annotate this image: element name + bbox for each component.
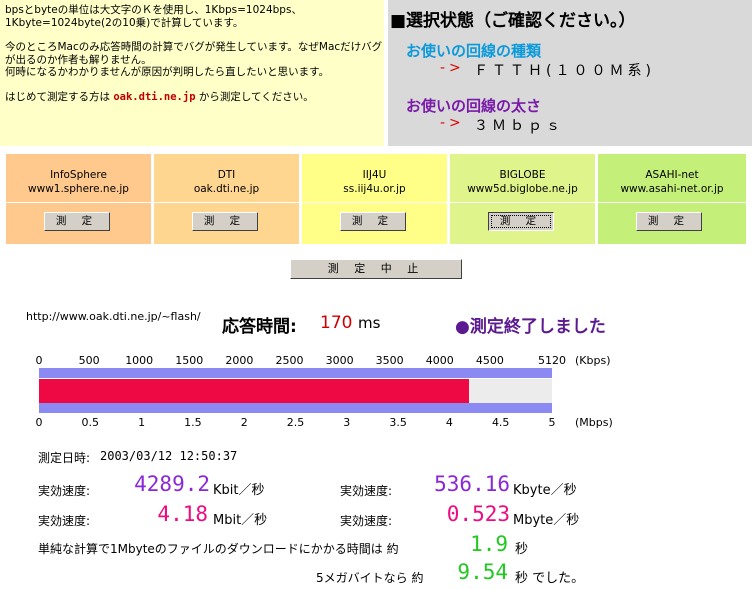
isp-column-biglobe: BIGLOBE www5d.biglobe.ne.jp 測 定 <box>450 154 595 244</box>
selection-panel: ■選択状態（ご確認ください。） お使いの回線の種類 -> ＦＴＴＨ(１００Ｍ系)… <box>388 0 752 146</box>
response-time-unit: ms <box>358 314 381 332</box>
isp-host: www5d.biglobe.ne.jp <box>467 183 578 195</box>
kbps-tick-3: 1500 <box>175 354 204 367</box>
divider <box>302 202 447 203</box>
download-5mb-unit: 秒 でした。 <box>515 571 585 586</box>
line-type-value: ＦＴＴＨ(１００Ｍ系) <box>474 63 655 79</box>
mbps-tick-10: 5 <box>548 416 556 429</box>
divider <box>450 202 595 203</box>
speed-mbyte-unit: Mbyte／秒 <box>513 513 580 528</box>
mbps-tick-1: 0.5 <box>81 416 100 429</box>
speed-kbyte-unit: Kbyte／秒 <box>513 483 577 498</box>
line-type-arrow: -> <box>440 60 465 76</box>
divider <box>154 202 299 203</box>
isp-name: ASAHI-net <box>645 169 699 181</box>
isp-name: DTI <box>217 169 236 181</box>
measure-button-biglobe[interactable]: 測 定 <box>488 212 554 231</box>
mbps-unit: (Mbps) <box>575 416 613 429</box>
isp-column-infosphere: InfoSphere www1.sphere.ne.jp 測 定 <box>6 154 151 244</box>
effective-speed-label: 実効速度: <box>340 484 393 498</box>
download-time-label: 単純な計算で1Mbyteのファイルのダウンロードにかかる時間は 約 <box>38 542 399 556</box>
isp-column-asahi: ASAHI-net www.asahi-net.or.jp 測 定 <box>598 154 746 244</box>
date-label: 測定日時: <box>38 451 91 465</box>
isp-name: BIGLOBE <box>499 169 546 181</box>
kbps-tick-1: 500 <box>78 354 100 367</box>
kbps-tick-10: 5120 <box>538 354 566 367</box>
speed-mbit-value: 4.18 <box>157 502 208 526</box>
server-url: http://www.oak.dti.ne.jp/~flash/ <box>26 310 201 323</box>
kbps-unit: (Kbps) <box>575 354 611 367</box>
kbps-tick-7: 3500 <box>375 354 404 367</box>
selection-title: ■選択状態（ご確認ください。） <box>390 11 636 31</box>
line-speed-arrow: -> <box>440 115 465 131</box>
effective-speed-label: 実効速度: <box>38 514 91 528</box>
divider <box>6 202 151 203</box>
effective-speed-label: 実効速度: <box>38 484 91 498</box>
note-first-pre: はじめて測定する方は <box>5 90 114 103</box>
note-line2: 1Kbyte=1024byte(2の10乗)で計算しています。 <box>5 16 244 29</box>
note-line1: bpsとbyteの単位は大文字のＫを使用し、1Kbps=1024bps、 <box>5 4 302 16</box>
status-message: ●測定終了しました <box>455 317 606 337</box>
date-value: 2003/03/12 12:50:37 <box>100 449 238 463</box>
speed-kbit-unit: Kbit／秒 <box>213 483 265 498</box>
mbps-tick-4: 2 <box>240 416 248 429</box>
mbps-tick-7: 3.5 <box>389 416 407 429</box>
line-speed-label: お使いの回線の太さ <box>406 97 542 115</box>
kbps-tick-9: 4500 <box>475 354 504 367</box>
kbps-tick-6: 3000 <box>325 354 354 367</box>
kbps-tick-2: 1000 <box>125 354 154 367</box>
isp-host: ss.iij4u.or.jp <box>343 183 406 195</box>
line-speed-value: ３Ｍｂｐｓ <box>474 118 564 134</box>
isp-column-dti: DTI oak.dti.ne.jp 測 定 <box>154 154 299 244</box>
kbps-tick-4: 2000 <box>225 354 254 367</box>
response-time-value: 170 <box>320 313 353 333</box>
kbps-tick-0: 0 <box>35 354 43 367</box>
download-time-unit: 秒 <box>515 542 529 557</box>
speed-mbit-unit: Mbit／秒 <box>213 513 268 528</box>
note-first-post: から測定してください。 <box>195 90 314 103</box>
gauge-bottom-rail <box>39 403 552 413</box>
measure-button-iij4u[interactable]: 測 定 <box>340 212 406 231</box>
speed-kbyte-value: 536.16 <box>434 472 510 496</box>
measure-button-asahi[interactable]: 測 定 <box>636 212 702 231</box>
stop-measure-button[interactable]: 測 定 中 止 <box>290 259 462 279</box>
isp-name: IIJ4U <box>362 169 387 181</box>
kbps-tick-8: 4000 <box>425 354 454 367</box>
download-5mb-value: 9.54 <box>457 560 508 584</box>
mbps-tick-0: 0 <box>35 416 43 429</box>
mbps-tick-6: 3 <box>343 416 351 429</box>
note-first-time: はじめて測定する方は oak.dti.ne.jp から測定してください。 <box>5 91 384 104</box>
mbps-tick-5: 2.5 <box>286 416 305 429</box>
isp-name: InfoSphere <box>50 169 107 181</box>
kbps-tick-5: 2500 <box>275 354 304 367</box>
speed-kbit-value: 4289.2 <box>134 472 210 496</box>
effective-speed-label: 実効速度: <box>340 514 393 528</box>
speed-mbyte-value: 0.523 <box>446 502 510 526</box>
isp-host: oak.dti.ne.jp <box>193 183 260 195</box>
info-note: bpsとbyteの単位は大文字のＫを使用し、1Kbps=1024bps、 1Kb… <box>0 0 384 146</box>
download-5mb-label: 5メガバイトなら 約 <box>316 571 424 585</box>
note-domain: oak.dti.ne.jp <box>113 90 196 103</box>
mbps-tick-8: 4 <box>445 416 453 429</box>
divider <box>598 202 746 203</box>
note-bug-paragraph: 今のところMacのみ応答時間の計算でバグが発生しています。なぜMacだけバグが出… <box>5 41 383 78</box>
isp-host: www.asahi-net.or.jp <box>620 183 724 195</box>
gauge-fill <box>39 379 469 403</box>
mbps-tick-2: 1 <box>138 416 146 429</box>
mbps-tick-3: 1.5 <box>184 416 202 429</box>
isp-column-iij4u: IIJ4U ss.iij4u.or.jp 測 定 <box>302 154 447 244</box>
line-type-label: お使いの回線の種類 <box>406 42 542 60</box>
isp-host: www1.sphere.ne.jp <box>28 183 129 195</box>
response-time-label: 応答時間: <box>222 317 297 337</box>
gauge-top-rail <box>39 368 552 378</box>
measure-button-infosphere[interactable]: 測 定 <box>44 212 110 231</box>
mbps-tick-9: 4.5 <box>491 416 510 429</box>
measure-button-dti[interactable]: 測 定 <box>192 212 258 231</box>
download-time-value: 1.9 <box>470 532 508 556</box>
